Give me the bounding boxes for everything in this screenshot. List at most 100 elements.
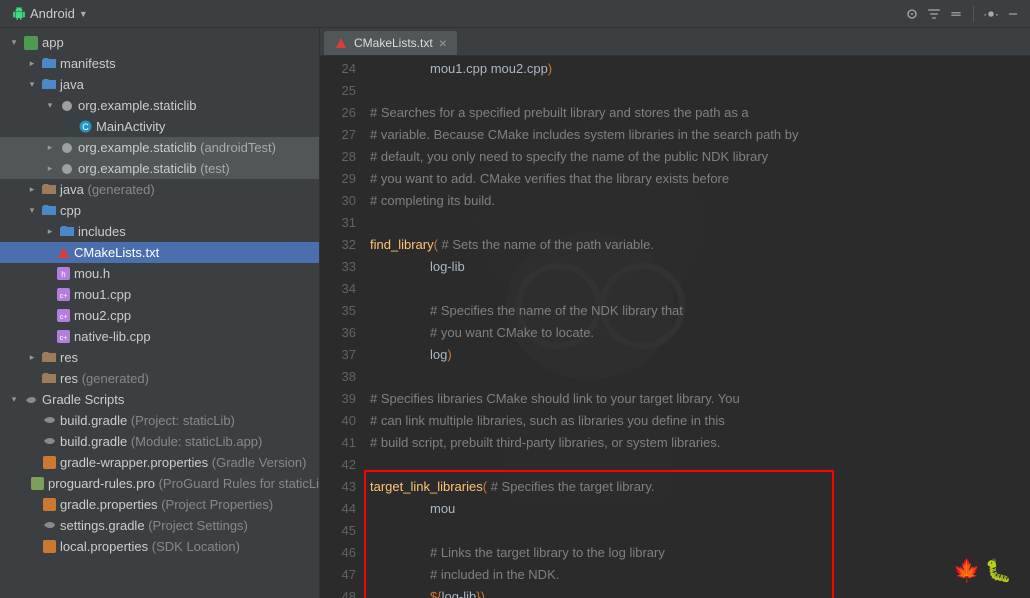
folder-icon — [42, 57, 56, 71]
tree-label: build.gradle (Project: staticLib) — [60, 413, 235, 428]
tree-label: org.example.staticlib (test) — [78, 161, 230, 176]
tree-label: local.properties (SDK Location) — [60, 539, 240, 554]
tree-node-build-gradle-module[interactable]: build.gradle (Module: staticLib.app) — [0, 431, 319, 452]
sticker-icon: 🍁 — [953, 558, 980, 584]
project-view-dropdown[interactable]: Android ▼ — [8, 4, 92, 23]
tab-label: CMakeLists.txt — [354, 36, 433, 50]
file-icon — [30, 477, 44, 491]
package-icon — [60, 141, 74, 155]
tree-label: build.gradle (Module: staticLib.app) — [60, 434, 262, 449]
tree-node-res-generated[interactable]: res (generated) — [0, 368, 319, 389]
tree-node-app[interactable]: ▾ app — [0, 32, 319, 53]
main-area: ▾ app ▸ manifests ▾ java ▾ org.example.s… — [0, 28, 1030, 598]
tree-label: gradle.properties (Project Properties) — [60, 497, 273, 512]
tree-node-mou1-cpp[interactable]: c+ mou1.cpp — [0, 284, 319, 305]
project-tree[interactable]: ▾ app ▸ manifests ▾ java ▾ org.example.s… — [0, 28, 319, 561]
filter-icon[interactable] — [925, 5, 943, 23]
minimize-icon[interactable] — [1004, 5, 1022, 23]
tree-label: res — [60, 350, 78, 365]
tree-label: mou1.cpp — [74, 287, 131, 302]
editor-tabs: CMakeLists.txt × — [320, 28, 1030, 56]
tree-node-mou2-cpp[interactable]: c+ mou2.cpp — [0, 305, 319, 326]
tree-node-gradle-scripts[interactable]: ▾ Gradle Scripts — [0, 389, 319, 410]
tree-label: CMakeLists.txt — [74, 245, 159, 260]
svg-text:C: C — [82, 122, 89, 132]
tree-label: includes — [78, 224, 126, 239]
editor-area: CMakeLists.txt × 24252627282930313233343… — [320, 28, 1030, 598]
svg-text:h: h — [61, 270, 65, 279]
folder-icon — [42, 183, 56, 197]
tree-label: res (generated) — [60, 371, 149, 386]
chevron-right-icon: ▸ — [26, 352, 38, 363]
properties-file-icon — [42, 498, 56, 512]
properties-file-icon — [42, 456, 56, 470]
tree-node-res[interactable]: ▸ res — [0, 347, 319, 368]
separator — [973, 6, 974, 22]
properties-file-icon — [42, 540, 56, 554]
gradle-file-icon — [42, 435, 56, 449]
tree-node-cpp[interactable]: ▾ cpp — [0, 200, 319, 221]
package-icon — [60, 162, 74, 176]
close-icon[interactable]: × — [439, 35, 447, 51]
tree-node-mainactivity[interactable]: C MainActivity — [0, 116, 319, 137]
tree-node-includes[interactable]: ▸ includes — [0, 221, 319, 242]
tree-node-build-gradle-project[interactable]: build.gradle (Project: staticLib) — [0, 410, 319, 431]
tree-label: native-lib.cpp — [74, 329, 151, 344]
chevron-right-icon: ▸ — [26, 58, 38, 69]
tab-cmakelists[interactable]: CMakeLists.txt × — [324, 31, 457, 55]
gradle-icon — [24, 393, 38, 407]
chevron-down-icon: ▼ — [79, 9, 88, 19]
chevron-right-icon: ▸ — [44, 163, 56, 174]
svg-text:c+: c+ — [59, 335, 67, 342]
chevron-down-icon: ▾ — [26, 79, 38, 90]
android-icon — [12, 7, 26, 21]
tree-node-proguard[interactable]: proguard-rules.pro (ProGuard Rules for s… — [0, 473, 319, 494]
code-editor[interactable]: 2425262728293031323334353637383940414243… — [320, 56, 1030, 598]
tree-node-settings-gradle[interactable]: settings.gradle (Project Settings) — [0, 515, 319, 536]
tree-node-manifests[interactable]: ▸ manifests — [0, 53, 319, 74]
tree-node-package[interactable]: ▾ org.example.staticlib — [0, 95, 319, 116]
tree-node-mou-h[interactable]: h mou.h — [0, 263, 319, 284]
tree-node-java-generated[interactable]: ▸ java (generated) — [0, 179, 319, 200]
tree-node-package-androidtest[interactable]: ▸ org.example.staticlib (androidTest) — [0, 137, 319, 158]
chevron-down-icon: ▾ — [26, 205, 38, 216]
tree-label: mou.h — [74, 266, 110, 281]
collapse-icon[interactable] — [947, 5, 965, 23]
target-icon[interactable] — [903, 5, 921, 23]
folder-icon — [42, 204, 56, 218]
svg-text:c+: c+ — [59, 314, 67, 321]
tree-node-cmakelists[interactable]: CMakeLists.txt — [0, 242, 319, 263]
tree-label: org.example.staticlib — [78, 98, 197, 113]
tree-node-gradle-wrapper[interactable]: gradle-wrapper.properties (Gradle Versio… — [0, 452, 319, 473]
tree-label: org.example.staticlib (androidTest) — [78, 140, 276, 155]
cpp-file-icon: c+ — [56, 330, 70, 344]
tree-node-local-properties[interactable]: local.properties (SDK Location) — [0, 536, 319, 557]
top-toolbar: Android ▼ — [0, 0, 1030, 28]
header-file-icon: h — [56, 267, 70, 281]
tree-label: settings.gradle (Project Settings) — [60, 518, 248, 533]
tree-node-gradle-properties[interactable]: gradle.properties (Project Properties) — [0, 494, 319, 515]
gear-icon[interactable] — [982, 5, 1000, 23]
project-tree-panel: ▾ app ▸ manifests ▾ java ▾ org.example.s… — [0, 28, 320, 598]
module-icon — [24, 36, 38, 50]
gradle-file-icon — [42, 414, 56, 428]
folder-icon — [42, 351, 56, 365]
cmake-icon — [56, 246, 70, 260]
line-numbers: 2425262728293031323334353637383940414243… — [320, 56, 370, 598]
chevron-right-icon: ▸ — [44, 226, 56, 237]
tree-node-native-lib-cpp[interactable]: c+ native-lib.cpp — [0, 326, 319, 347]
tree-node-package-test[interactable]: ▸ org.example.staticlib (test) — [0, 158, 319, 179]
code-content[interactable]: mou1.cpp mou2.cpp) # Searches for a spec… — [370, 56, 1030, 598]
folder-icon — [60, 225, 74, 239]
gradle-file-icon — [42, 519, 56, 533]
decorative-stickers: 🍁 🐛 — [953, 558, 1012, 584]
project-view-label: Android — [30, 6, 75, 21]
chevron-right-icon: ▸ — [44, 142, 56, 153]
cpp-file-icon: c+ — [56, 309, 70, 323]
tree-node-java[interactable]: ▾ java — [0, 74, 319, 95]
svg-text:c+: c+ — [59, 293, 67, 300]
tree-label: java — [60, 77, 84, 92]
tree-label: Gradle Scripts — [42, 392, 124, 407]
tree-label: cpp — [60, 203, 81, 218]
folder-icon — [42, 78, 56, 92]
